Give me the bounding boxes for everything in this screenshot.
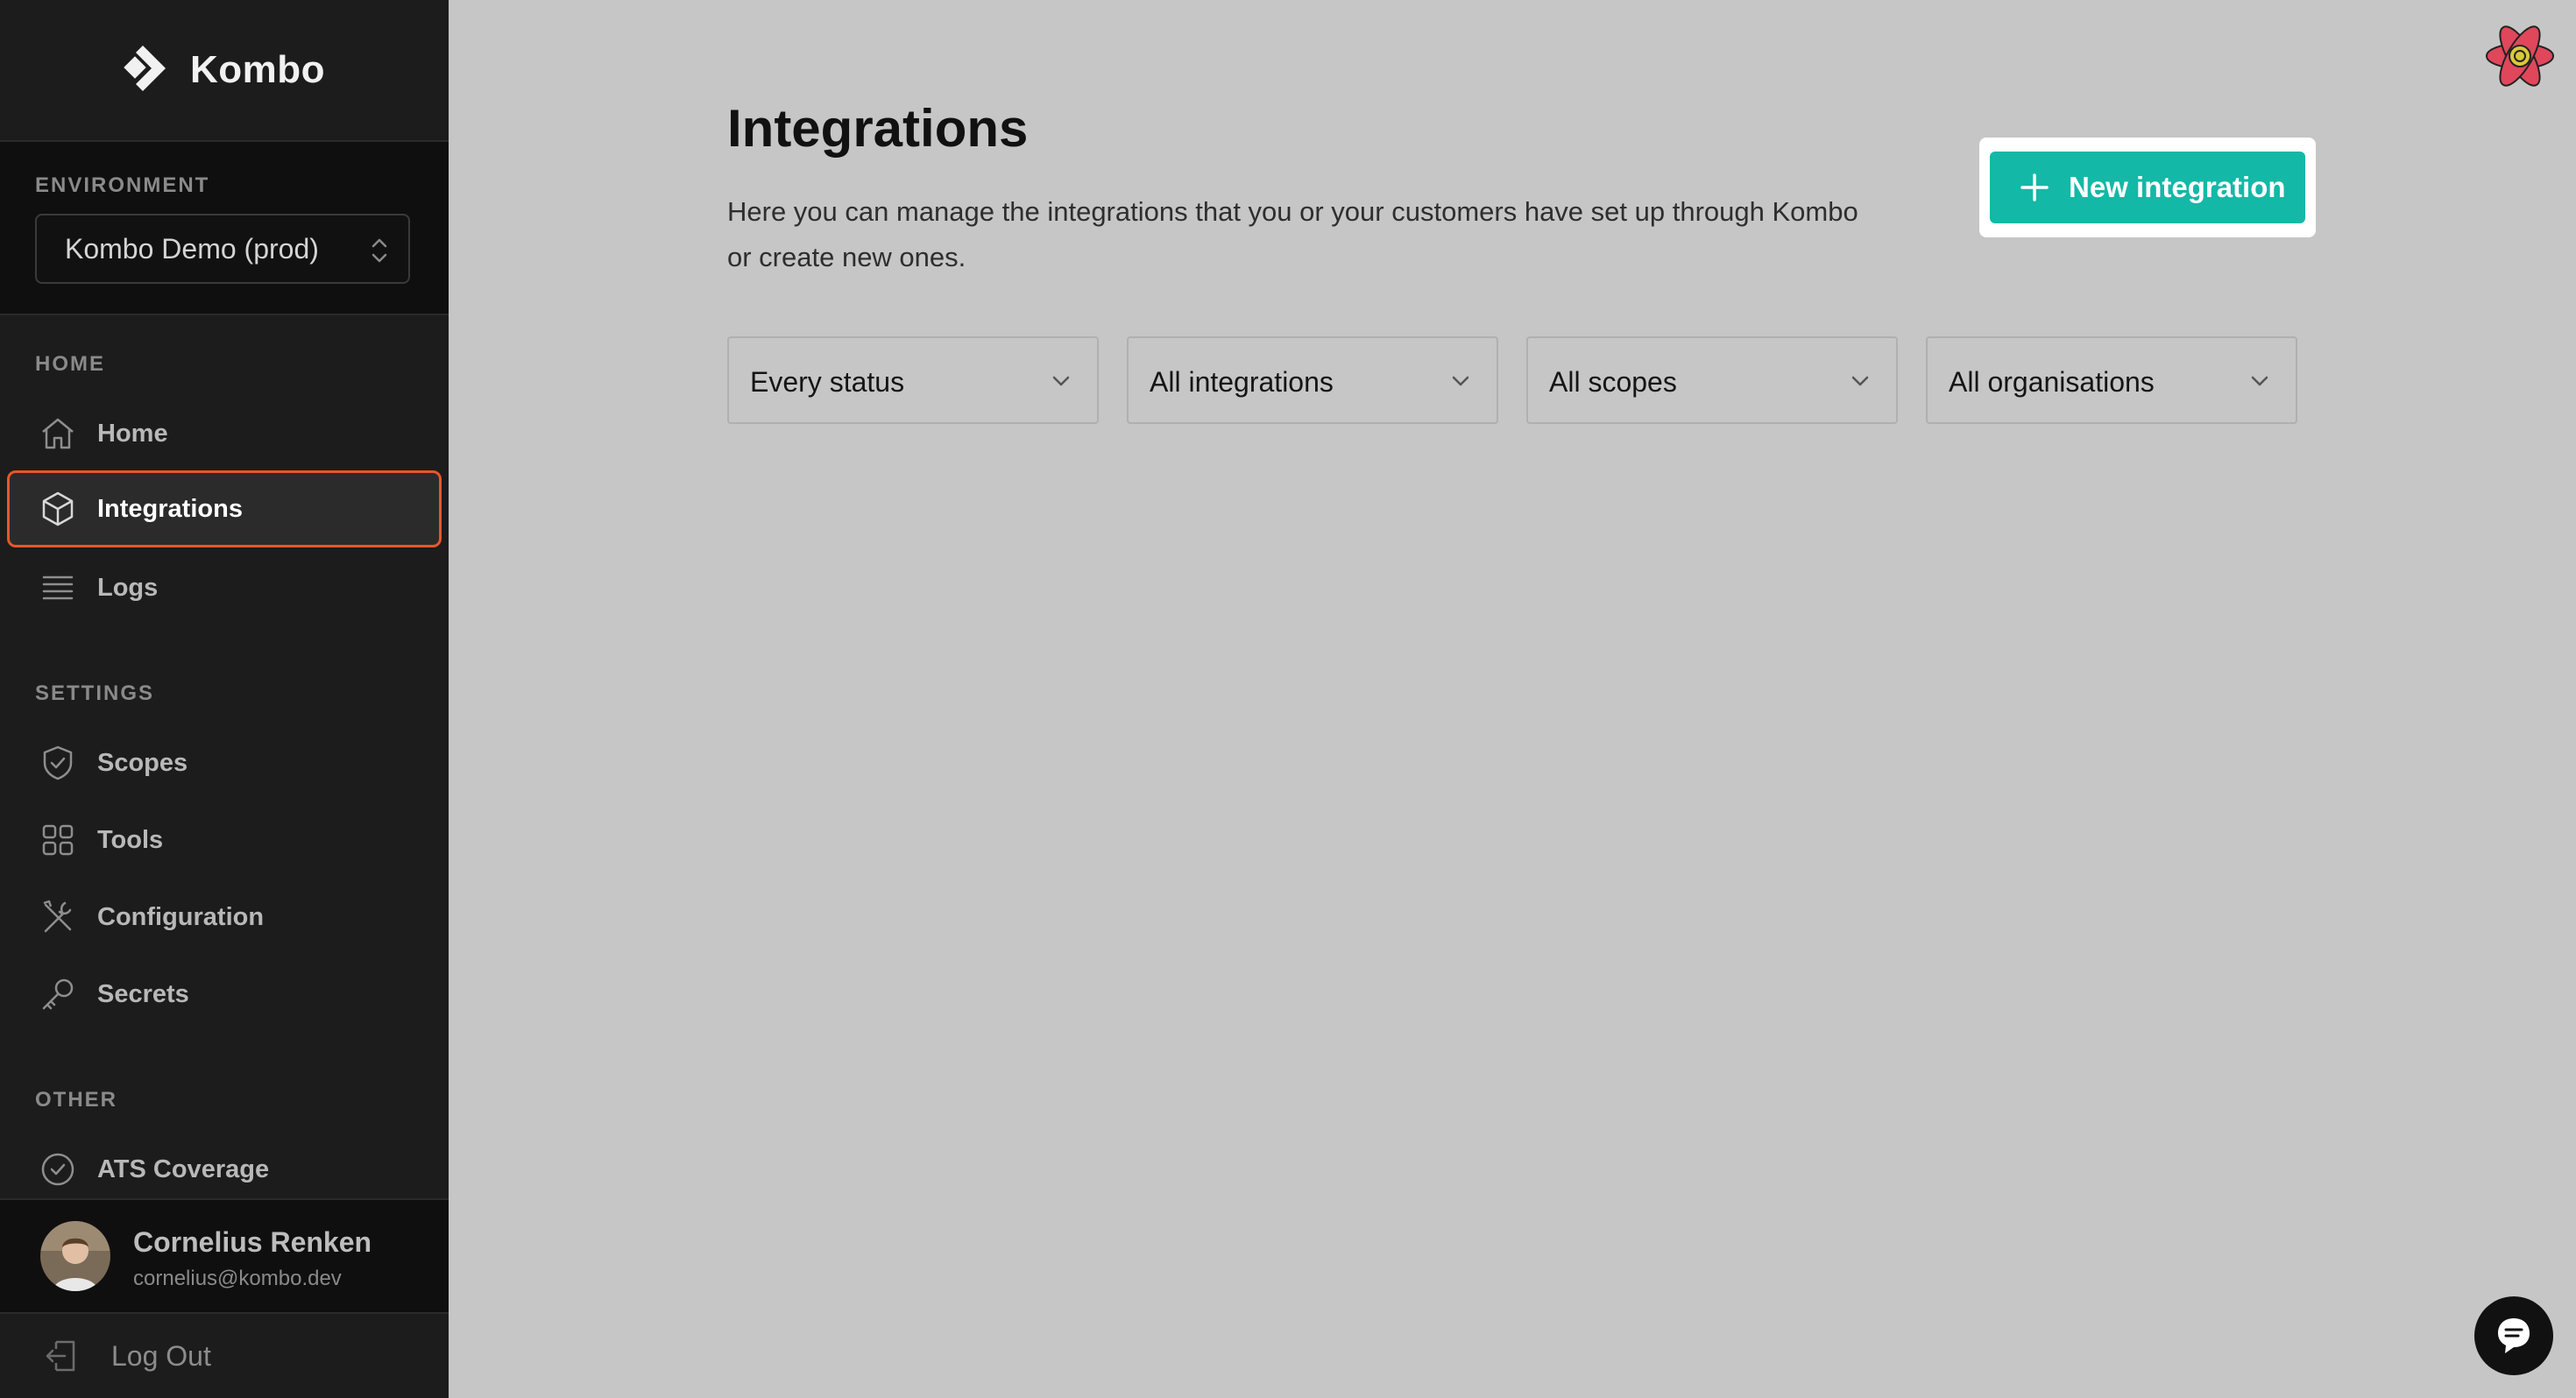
cube-icon [39,490,77,528]
brand-name: Kombo [189,48,326,91]
sidebar-item-scopes[interactable]: Scopes [7,724,442,801]
filter-integrations[interactable]: All integrations [1127,336,1498,424]
brand[interactable]: Kombo [124,42,325,99]
logout-button[interactable]: Log Out [0,1312,449,1398]
section-label-settings: SETTINGS [35,681,155,705]
sidebar-item-label: Logs [97,573,159,602]
kombo-logo-icon [124,42,178,99]
sidebar-item-ats-coverage[interactable]: ATS Coverage [7,1131,442,1208]
check-circle-icon [39,1150,77,1189]
chevron-down-icon [1050,370,1072,397]
logout-icon [44,1337,81,1380]
sidebar-item-label: Scopes [97,748,188,777]
filter-status[interactable]: Every status [727,336,1099,424]
chat-support-button[interactable] [2474,1296,2553,1375]
filter-organisations-value: All organisations [1949,366,2155,398]
filter-scopes-value: All scopes [1549,366,1677,398]
sidebar-item-tools[interactable]: Tools [7,801,442,879]
section-label-other: OTHER [35,1088,117,1112]
sidebar: Kombo ENVIRONMENT Kombo Demo (prod) HOME… [0,0,449,1398]
react-devtools-icon[interactable] [2483,21,2557,91]
user-name: Cornelius Renken [133,1226,372,1258]
sidebar-item-configuration[interactable]: Configuration [7,879,442,956]
environment-label: ENVIRONMENT [35,173,210,197]
user-email: cornelius@kombo.dev [133,1267,342,1290]
new-integration-button[interactable]: New integration [1990,152,2305,223]
key-icon [39,975,77,1013]
sidebar-item-home[interactable]: Home [7,395,442,472]
filter-status-value: Every status [750,366,905,398]
new-integration-highlight: New integration [1979,138,2316,237]
environment-section: ENVIRONMENT Kombo Demo (prod) [0,142,449,315]
wrench-screwdriver-icon [39,898,77,936]
page-description: Here you can manage the integrations tha… [727,196,1858,272]
sidebar-item-integrations[interactable]: Integrations [7,470,442,547]
avatar [40,1221,110,1291]
filter-organisations[interactable]: All organisations [1926,336,2297,424]
chevron-down-icon [1849,370,1872,397]
sidebar-item-secrets[interactable]: Secrets [7,956,442,1033]
main-content: Integrations Here you can manage the int… [449,0,2576,1398]
chevron-down-icon [2248,370,2271,397]
filter-scopes[interactable]: All scopes [1526,336,1898,424]
list-icon [39,568,77,607]
chevron-up-down-icon [370,235,389,271]
sidebar-item-label: Tools [97,825,164,854]
sidebar-item-logs[interactable]: Logs [7,549,442,626]
section-label-home: HOME [35,352,105,376]
environment-value: Kombo Demo (prod) [65,232,319,265]
home-icon [39,414,77,453]
filter-integrations-value: All integrations [1150,366,1334,398]
sidebar-item-label: Home [97,419,168,448]
grid-icon [39,821,77,859]
sidebar-header: Kombo [0,0,449,142]
chevron-down-icon [1449,370,1472,397]
sidebar-item-label: ATS Coverage [97,1154,270,1183]
sidebar-item-label: Configuration [97,902,265,931]
sidebar-item-label: Secrets [97,979,189,1008]
environment-select[interactable]: Kombo Demo (prod) [35,214,410,284]
new-integration-label: New integration [2069,171,2286,203]
shield-check-icon [39,744,77,782]
page-title: Integrations [727,99,1029,158]
sidebar-item-label: Integrations [97,494,243,523]
plus-icon [2018,171,2051,211]
logout-label: Log Out [111,1340,211,1372]
user-profile[interactable]: Cornelius Renken cornelius@kombo.dev [0,1198,449,1314]
